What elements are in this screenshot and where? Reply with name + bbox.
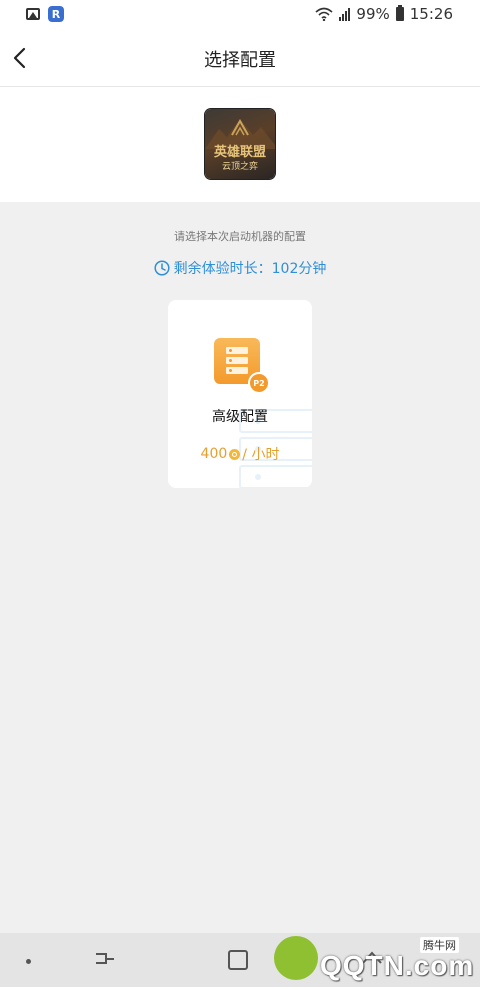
image-notification-icon: [26, 8, 40, 20]
game-logo: 英雄联盟 云顶之弈: [205, 109, 275, 179]
price-row: 400 / 小时: [168, 444, 312, 464]
notification-icons: R: [26, 6, 64, 22]
system-status: 99% 15:26: [315, 5, 453, 23]
game-banner: 英雄联盟 云顶之弈: [0, 87, 480, 202]
coin-icon: [229, 448, 241, 460]
site-watermark: QQTN.com 腾牛网: [270, 930, 480, 987]
nav-dot-icon[interactable]: [26, 959, 31, 964]
home-icon[interactable]: [228, 950, 248, 970]
signal-icon: [339, 7, 351, 21]
page-title: 选择配置: [204, 50, 276, 71]
status-bar: R 99% 15:26: [0, 0, 480, 30]
battery-percent: 99%: [356, 5, 390, 23]
recents-icon[interactable]: [94, 948, 116, 970]
remaining-time-text: 剩余体验时长：102分钟: [173, 261, 327, 277]
price-unit: / 小时: [242, 447, 280, 463]
wifi-icon: [315, 7, 333, 21]
watermark-label: 腾牛网: [420, 937, 459, 953]
watermark-domain: QQTN.com: [320, 950, 475, 981]
app-notification-icon: R: [48, 6, 64, 22]
config-card-advanced[interactable]: P2 高级配置 400 / 小时: [168, 300, 312, 488]
remaining-time: 剩余体验时长：102分钟: [0, 258, 480, 278]
hint-text: 请选择本次启动机器的配置: [174, 230, 306, 243]
battery-icon: [395, 5, 404, 21]
tier-badge: P2: [248, 372, 270, 394]
config-content: 请选择本次启动机器的配置 剩余体验时长：102分钟 P2 高级配置 400 / …: [0, 202, 480, 932]
game-subtitle: 云顶之弈: [221, 162, 258, 172]
price-value: 400: [200, 446, 228, 462]
nav-header: 选择配置: [0, 30, 480, 87]
clock-icon: [154, 260, 170, 276]
clock-time: 15:26: [409, 5, 453, 23]
game-title: 英雄联盟: [213, 145, 266, 160]
config-name: 高级配置: [212, 409, 268, 425]
watermark-logo-icon: [274, 936, 318, 980]
